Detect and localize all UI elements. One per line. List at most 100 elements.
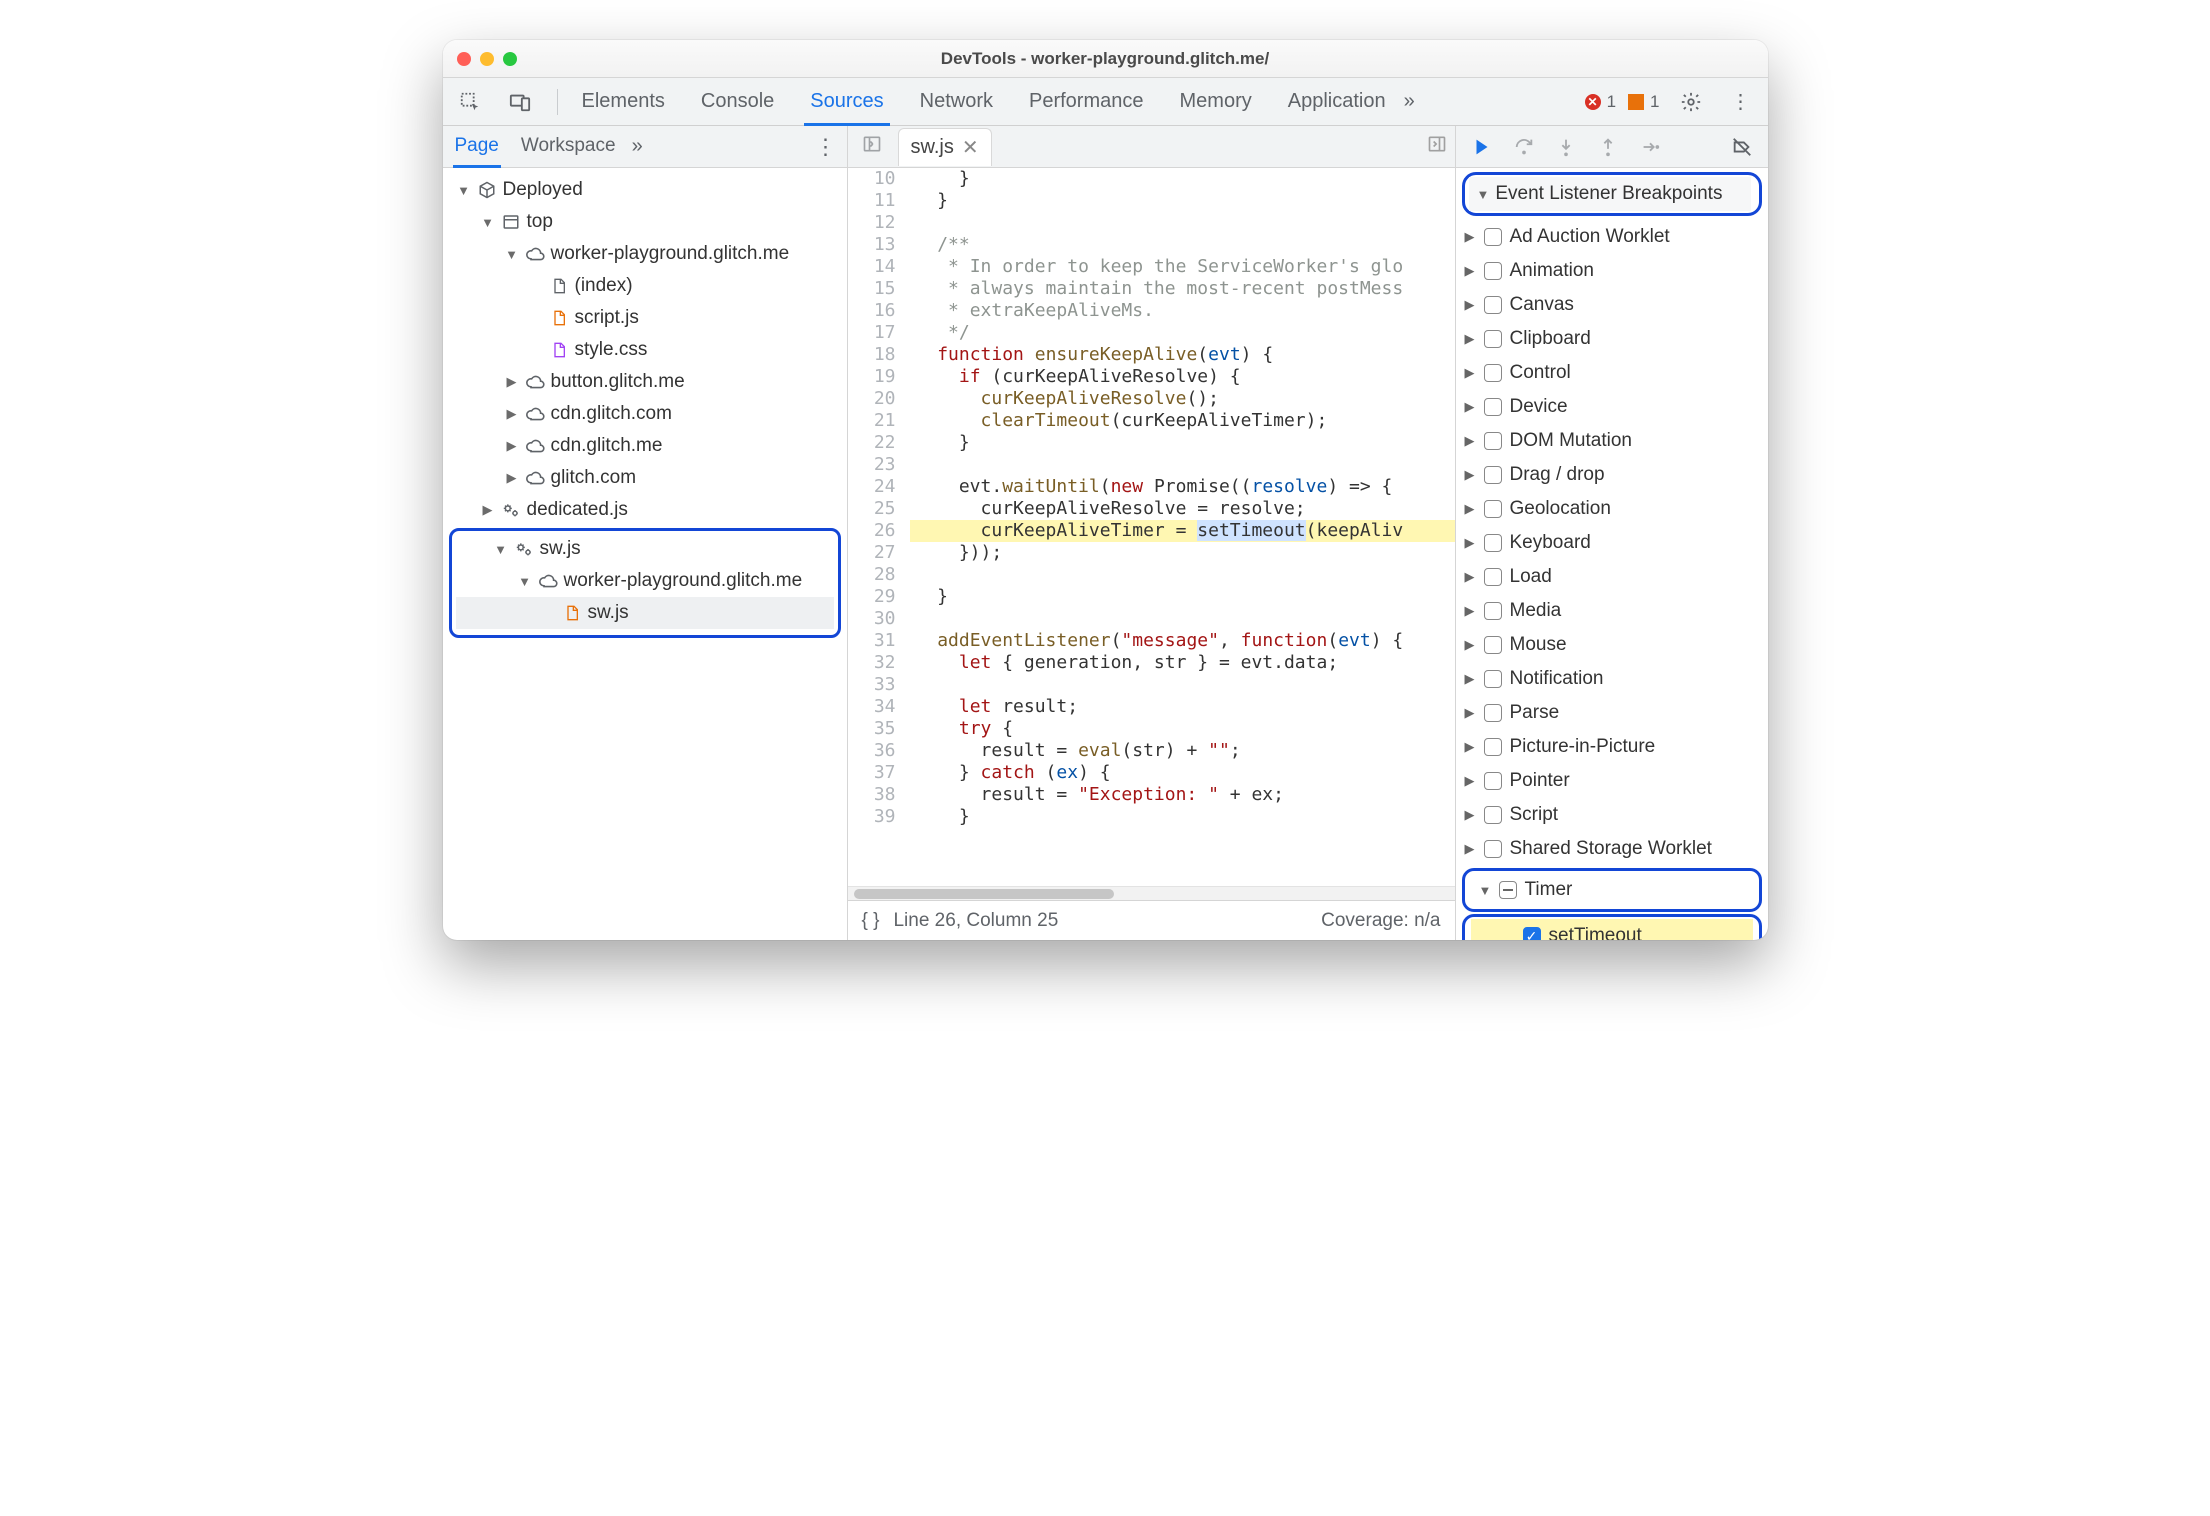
tree-item[interactable]: ▼sw.js <box>456 597 834 629</box>
category-checkbox[interactable] <box>1484 534 1502 552</box>
gutter-line-number[interactable]: 27 <box>848 542 910 564</box>
code-line[interactable]: /** <box>910 234 1455 256</box>
code-line[interactable]: result = "Exception: " + ex; <box>910 784 1455 806</box>
horizontal-scrollbar[interactable] <box>848 886 1455 900</box>
caret-right-icon[interactable]: ▶ <box>1464 739 1476 755</box>
caret-right-icon[interactable]: ▶ <box>1464 535 1476 551</box>
code-line[interactable]: } <box>910 432 1455 454</box>
category-checkbox[interactable] <box>1484 262 1502 280</box>
caret-right-icon[interactable]: ▶ <box>1464 365 1476 381</box>
step-icon[interactable] <box>1636 133 1664 161</box>
code-line[interactable]: } <box>910 586 1455 608</box>
caret-down-icon[interactable]: ▼ <box>481 215 495 230</box>
gutter-line-number[interactable]: 26 <box>848 520 910 542</box>
step-into-icon[interactable] <box>1552 133 1580 161</box>
tree-item[interactable]: ▼Deployed <box>443 174 847 206</box>
device-toolbar-icon[interactable] <box>501 83 539 121</box>
tree-item[interactable]: ▶cdn.glitch.me <box>443 430 847 462</box>
tree-item[interactable]: ▶button.glitch.me <box>443 366 847 398</box>
gutter-line-number[interactable]: 38 <box>848 784 910 806</box>
code-line[interactable]: * In order to keep the ServiceWorker's g… <box>910 256 1455 278</box>
gutter-line-number[interactable]: 17 <box>848 322 910 344</box>
caret-right-icon[interactable]: ▶ <box>1464 467 1476 483</box>
code-line[interactable]: let result; <box>910 696 1455 718</box>
navigator-more-tabs[interactable]: » <box>632 135 643 158</box>
panel-tab-network[interactable]: Network <box>914 78 999 126</box>
breakpoint-category[interactable]: ▶Pointer <box>1456 764 1768 798</box>
code-line[interactable]: curKeepAliveResolve = resolve; <box>910 498 1455 520</box>
category-checkbox[interactable] <box>1484 364 1502 382</box>
caret-down-icon[interactable]: ▼ <box>457 183 471 198</box>
code-line[interactable]: curKeepAliveTimer = setTimeout(keepAliv <box>910 520 1455 542</box>
breakpoint-category[interactable]: ▶Script <box>1456 798 1768 832</box>
category-checkbox[interactable] <box>1484 738 1502 756</box>
panel-tab-sources[interactable]: Sources <box>804 78 889 126</box>
panel-tab-memory[interactable]: Memory <box>1174 78 1258 126</box>
breakpoint-category[interactable]: ▶Shared Storage Worklet <box>1456 832 1768 866</box>
step-out-icon[interactable] <box>1594 133 1622 161</box>
breakpoint-category[interactable]: ▶Notification <box>1456 662 1768 696</box>
section-header[interactable]: ▼Event Listener Breakpoints <box>1469 177 1751 211</box>
toggle-debugger-icon[interactable] <box>1427 134 1447 160</box>
gutter-line-number[interactable]: 18 <box>848 344 910 366</box>
gutter-line-number[interactable]: 34 <box>848 696 910 718</box>
category-checkbox[interactable] <box>1484 228 1502 246</box>
category-checkbox[interactable] <box>1484 466 1502 484</box>
caret-right-icon[interactable]: ▶ <box>1464 705 1476 721</box>
category-checkbox[interactable] <box>1484 636 1502 654</box>
gutter-line-number[interactable]: 39 <box>848 806 910 828</box>
code-line[interactable]: clearTimeout(curKeepAliveTimer); <box>910 410 1455 432</box>
gutter-line-number[interactable]: 11 <box>848 190 910 212</box>
caret-down-icon[interactable]: ▼ <box>505 247 519 262</box>
navigator-tab-workspace[interactable]: Workspace <box>519 125 618 168</box>
code-line[interactable] <box>910 608 1455 630</box>
category-checkbox[interactable] <box>1484 602 1502 620</box>
code-line[interactable]: result = eval(str) + ""; <box>910 740 1455 762</box>
gutter-line-number[interactable]: 32 <box>848 652 910 674</box>
settings-icon[interactable] <box>1672 83 1710 121</box>
tree-item[interactable]: ▼worker-playground.glitch.me <box>456 565 834 597</box>
tree-item[interactable]: ▼top <box>443 206 847 238</box>
gutter-line-number[interactable]: 23 <box>848 454 910 476</box>
category-checkbox[interactable] <box>1484 568 1502 586</box>
caret-right-icon[interactable]: ▶ <box>1464 229 1476 245</box>
breakpoint-category[interactable]: ▶Load <box>1456 560 1768 594</box>
category-checkbox[interactable] <box>1484 840 1502 858</box>
code-line[interactable]: addEventListener("message", function(evt… <box>910 630 1455 652</box>
code-line[interactable] <box>910 564 1455 586</box>
caret-right-icon[interactable]: ▶ <box>1464 263 1476 279</box>
step-over-icon[interactable] <box>1510 133 1538 161</box>
gutter-line-number[interactable]: 36 <box>848 740 910 762</box>
code-line[interactable] <box>910 454 1455 476</box>
error-count[interactable]: ✕1 <box>1585 92 1616 112</box>
caret-right-icon[interactable]: ▶ <box>1464 501 1476 517</box>
category-checkbox[interactable] <box>1484 432 1502 450</box>
caret-right-icon[interactable]: ▶ <box>1464 297 1476 313</box>
code-line[interactable]: } <box>910 190 1455 212</box>
code-line[interactable]: function ensureKeepAlive(evt) { <box>910 344 1455 366</box>
close-tab-icon[interactable]: ✕ <box>962 135 979 160</box>
breakpoint-category[interactable]: ▶Device <box>1456 390 1768 424</box>
caret-right-icon[interactable]: ▶ <box>1464 603 1476 619</box>
gutter-line-number[interactable]: 14 <box>848 256 910 278</box>
code-line[interactable]: } <box>910 806 1455 828</box>
code-line[interactable]: try { <box>910 718 1455 740</box>
breakpoint-category[interactable]: ▶Drag / drop <box>1456 458 1768 492</box>
gutter-line-number[interactable]: 28 <box>848 564 910 586</box>
panel-tab-elements[interactable]: Elements <box>576 78 671 126</box>
tree-item[interactable]: ▼script.js <box>443 302 847 334</box>
gutter-line-number[interactable]: 30 <box>848 608 910 630</box>
gutter-line-number[interactable]: 16 <box>848 300 910 322</box>
breakpoint-category[interactable]: ▶Canvas <box>1456 288 1768 322</box>
kebab-menu-icon[interactable]: ⋮ <box>1722 83 1760 121</box>
gutter-line-number[interactable]: 24 <box>848 476 910 498</box>
code-line[interactable]: curKeepAliveResolve(); <box>910 388 1455 410</box>
gutter-line-number[interactable]: 15 <box>848 278 910 300</box>
tree-item[interactable]: ▼style.css <box>443 334 847 366</box>
category-checkbox[interactable] <box>1484 330 1502 348</box>
code-line[interactable] <box>910 674 1455 696</box>
gutter-line-number[interactable]: 21 <box>848 410 910 432</box>
caret-right-icon[interactable]: ▶ <box>505 438 519 454</box>
breakpoint-category[interactable]: ▶Parse <box>1456 696 1768 730</box>
gutter-line-number[interactable]: 25 <box>848 498 910 520</box>
